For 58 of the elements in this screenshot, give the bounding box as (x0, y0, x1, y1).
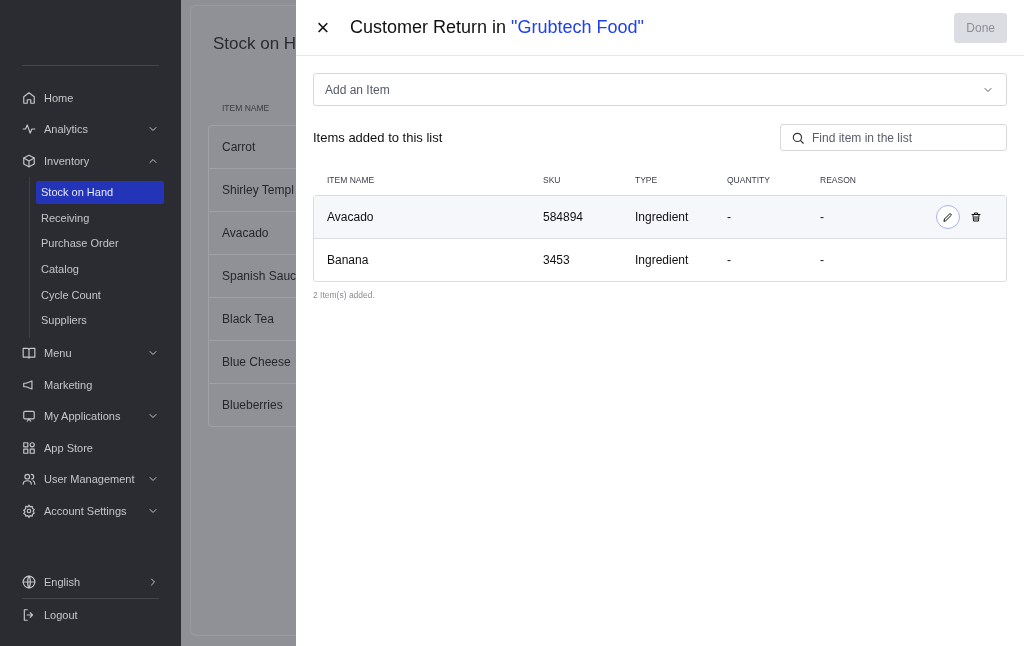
sidebar-subitem[interactable]: Catalog (36, 257, 164, 281)
sidebar-item[interactable]: My Applications (0, 400, 181, 433)
table-row[interactable]: Banana 3453 Ingredient - - (314, 239, 1006, 281)
trash-icon (970, 211, 982, 223)
column-header: ITEM NAME (221, 102, 271, 115)
section-heading: Items added to this list (313, 130, 443, 145)
table-cell: - (820, 253, 824, 267)
table-cell: Banana (327, 253, 369, 267)
sidebar-item[interactable]: Menu (0, 337, 181, 370)
table-cell: Ingredient (635, 210, 689, 224)
sidebar-item[interactable]: Home (0, 82, 181, 114)
sidebar-subitem[interactable]: Cycle Count (36, 283, 164, 307)
sidebar-subitem[interactable]: Suppliers (36, 308, 164, 332)
sidebar-item[interactable]: Inventory (0, 145, 181, 177)
cube-icon (22, 153, 36, 168)
sidebar-item[interactable]: Account Settings (0, 495, 181, 527)
settings-icon (22, 503, 36, 518)
sidebar-item[interactable]: Logout (0, 599, 181, 631)
table-row[interactable]: Avacado 584894 Ingredient - - (314, 196, 1006, 239)
monitor-icon (22, 409, 36, 424)
pencil-icon (942, 211, 954, 223)
grid-icon (22, 440, 36, 455)
sidebar-item[interactable]: App Store (0, 432, 181, 464)
sidebar-item[interactable]: User Management (0, 463, 181, 496)
sidebar-item[interactable]: English (0, 566, 181, 598)
add-item-dropdown[interactable]: Add an Item (313, 73, 1007, 106)
logout-icon (22, 608, 36, 623)
users-icon (22, 472, 36, 487)
column-header: REASON (820, 175, 857, 185)
drawer-title: Customer Return in "Grubtech Food" (350, 17, 645, 38)
globe-icon (22, 574, 36, 589)
column-header: SKU (543, 175, 562, 185)
pulse-icon (22, 122, 36, 137)
store-link[interactable]: "Grubtech Food" (511, 17, 644, 37)
sidebar-subitem[interactable]: Stock on Hand (36, 180, 164, 204)
home-icon (22, 90, 36, 105)
table-cell-text: Blueberries (221, 397, 284, 414)
sidebar-item[interactable]: Marketing (0, 369, 181, 401)
book-icon (22, 346, 36, 361)
table-cell: Avacado (327, 210, 374, 224)
close-button[interactable]: × (314, 14, 332, 41)
sidebar-subitem[interactable]: Purchase Order (36, 231, 164, 255)
table-cell: - (727, 253, 731, 267)
table-cell: 584894 (543, 210, 584, 224)
sidebar-item[interactable]: Analytics (0, 113, 181, 145)
table-cell: 3453 (543, 253, 570, 267)
megaphone-icon (22, 377, 36, 392)
column-header: TYPE (635, 175, 659, 185)
table-cell: - (820, 210, 824, 224)
column-header: ITEM NAME (327, 175, 376, 185)
table-cell: Ingredient (635, 253, 689, 267)
column-header: QUANTITY (727, 175, 771, 185)
edit-button[interactable] (936, 205, 960, 229)
table-cell: - (727, 210, 731, 224)
search-field[interactable]: Find item in the list (780, 124, 1007, 151)
item-count: 2 Item(s) added. (313, 290, 376, 300)
page-title: Stock on H (213, 33, 296, 55)
sidebar-subitem[interactable]: Receiving (36, 206, 164, 230)
